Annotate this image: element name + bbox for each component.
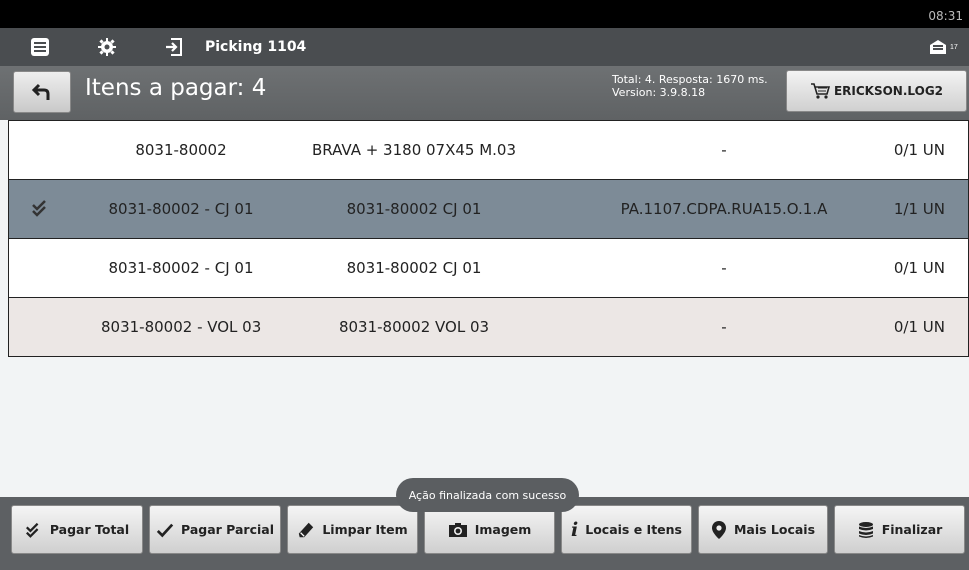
pagar-parcial-label: Pagar Parcial <box>181 522 274 537</box>
double-check-icon <box>31 198 51 222</box>
back-button[interactable] <box>13 71 71 113</box>
map-marker-icon <box>711 520 727 540</box>
message-icon[interactable]: 17 <box>928 35 962 59</box>
cart-icon <box>810 83 830 99</box>
locais-itens-label: Locais e Itens <box>585 522 682 537</box>
items-title: Itens a pagar: 4 <box>85 75 267 101</box>
finalizar-button[interactable]: Finalizar <box>834 505 965 554</box>
item-code: 8031-80002 - CJ 01 <box>108 259 254 277</box>
item-quantity: 0/1 UN <box>893 259 945 277</box>
item-code: 8031-80002 <box>135 141 227 159</box>
user-label: ERICKSON.LOG2 <box>833 84 944 98</box>
limpar-item-button[interactable]: Limpar Item <box>287 505 418 554</box>
success-toast: Ação finalizada com sucesso <box>396 478 579 512</box>
item-description: 8031-80002 CJ 01 <box>346 259 482 277</box>
header-bar: Itens a pagar: 4 Total: 4. Resposta: 167… <box>0 66 969 120</box>
item-quantity: 0/1 UN <box>893 141 945 159</box>
header-info: Total: 4. Resposta: 1670 ms. Version: 3.… <box>612 73 768 99</box>
pagar-total-button[interactable]: Pagar Total <box>11 505 143 554</box>
logout-icon[interactable] <box>162 35 186 59</box>
double-check-icon <box>25 521 43 539</box>
table-row[interactable]: 8031-80002 - VOL 03 8031-80002 VOL 03 - … <box>8 298 969 357</box>
item-description: BRAVA + 3180 07X45 M.03 <box>311 141 517 159</box>
table-row[interactable]: 8031-80002 - CJ 01 8031-80002 CJ 01 PA.1… <box>8 180 969 239</box>
gear-icon[interactable] <box>95 35 119 59</box>
pagar-total-label: Pagar Total <box>49 522 130 537</box>
eraser-icon <box>297 521 315 539</box>
item-quantity: 0/1 UN <box>893 318 945 336</box>
table-row[interactable]: 8031-80002 - CJ 01 8031-80002 CJ 01 - 0/… <box>8 239 969 298</box>
imagem-button[interactable]: Imagem <box>424 505 555 554</box>
item-code: 8031-80002 - VOL 03 <box>101 318 262 336</box>
item-location: - <box>721 259 727 277</box>
response-info: Total: 4. Resposta: 1670 ms. <box>612 73 768 86</box>
items-table: 8031-80002 BRAVA + 3180 07X45 M.03 - 0/1… <box>8 120 969 357</box>
item-location: PA.1107.CDPA.RUA15.O.1.A <box>620 200 828 218</box>
database-icon <box>857 521 875 539</box>
status-bar: 08:31 <box>0 0 969 28</box>
item-description: 8031-80002 CJ 01 <box>346 200 482 218</box>
undo-icon <box>31 83 50 100</box>
table-row[interactable]: 8031-80002 BRAVA + 3180 07X45 M.03 - 0/1… <box>8 120 969 180</box>
pagar-parcial-button[interactable]: Pagar Parcial <box>149 505 281 554</box>
status-time: 08:31 <box>928 9 963 23</box>
item-location: - <box>721 141 727 159</box>
menu-icon[interactable] <box>28 35 52 59</box>
item-location: - <box>721 318 727 336</box>
limpar-item-label: Limpar Item <box>322 522 408 537</box>
user-button[interactable]: ERICKSON.LOG2 <box>786 70 967 112</box>
page-title: Picking 1104 <box>205 39 307 55</box>
item-quantity: 1/1 UN <box>893 200 945 218</box>
notification-count: 17 <box>950 43 958 51</box>
finalizar-label: Finalizar <box>881 522 943 537</box>
camera-icon <box>448 522 468 538</box>
mais-locais-label: Mais Locais <box>733 522 816 537</box>
info-icon: i <box>571 518 579 541</box>
item-code: 8031-80002 - CJ 01 <box>108 200 254 218</box>
mais-locais-button[interactable]: Mais Locais <box>698 505 828 554</box>
version-info: Version: 3.9.8.18 <box>612 86 706 99</box>
imagem-label: Imagem <box>474 522 532 537</box>
action-bar: Picking 1104 17 <box>0 28 969 67</box>
check-icon <box>156 521 174 539</box>
item-description: 8031-80002 VOL 03 <box>338 318 490 336</box>
locais-itens-button[interactable]: i Locais e Itens <box>561 505 692 554</box>
